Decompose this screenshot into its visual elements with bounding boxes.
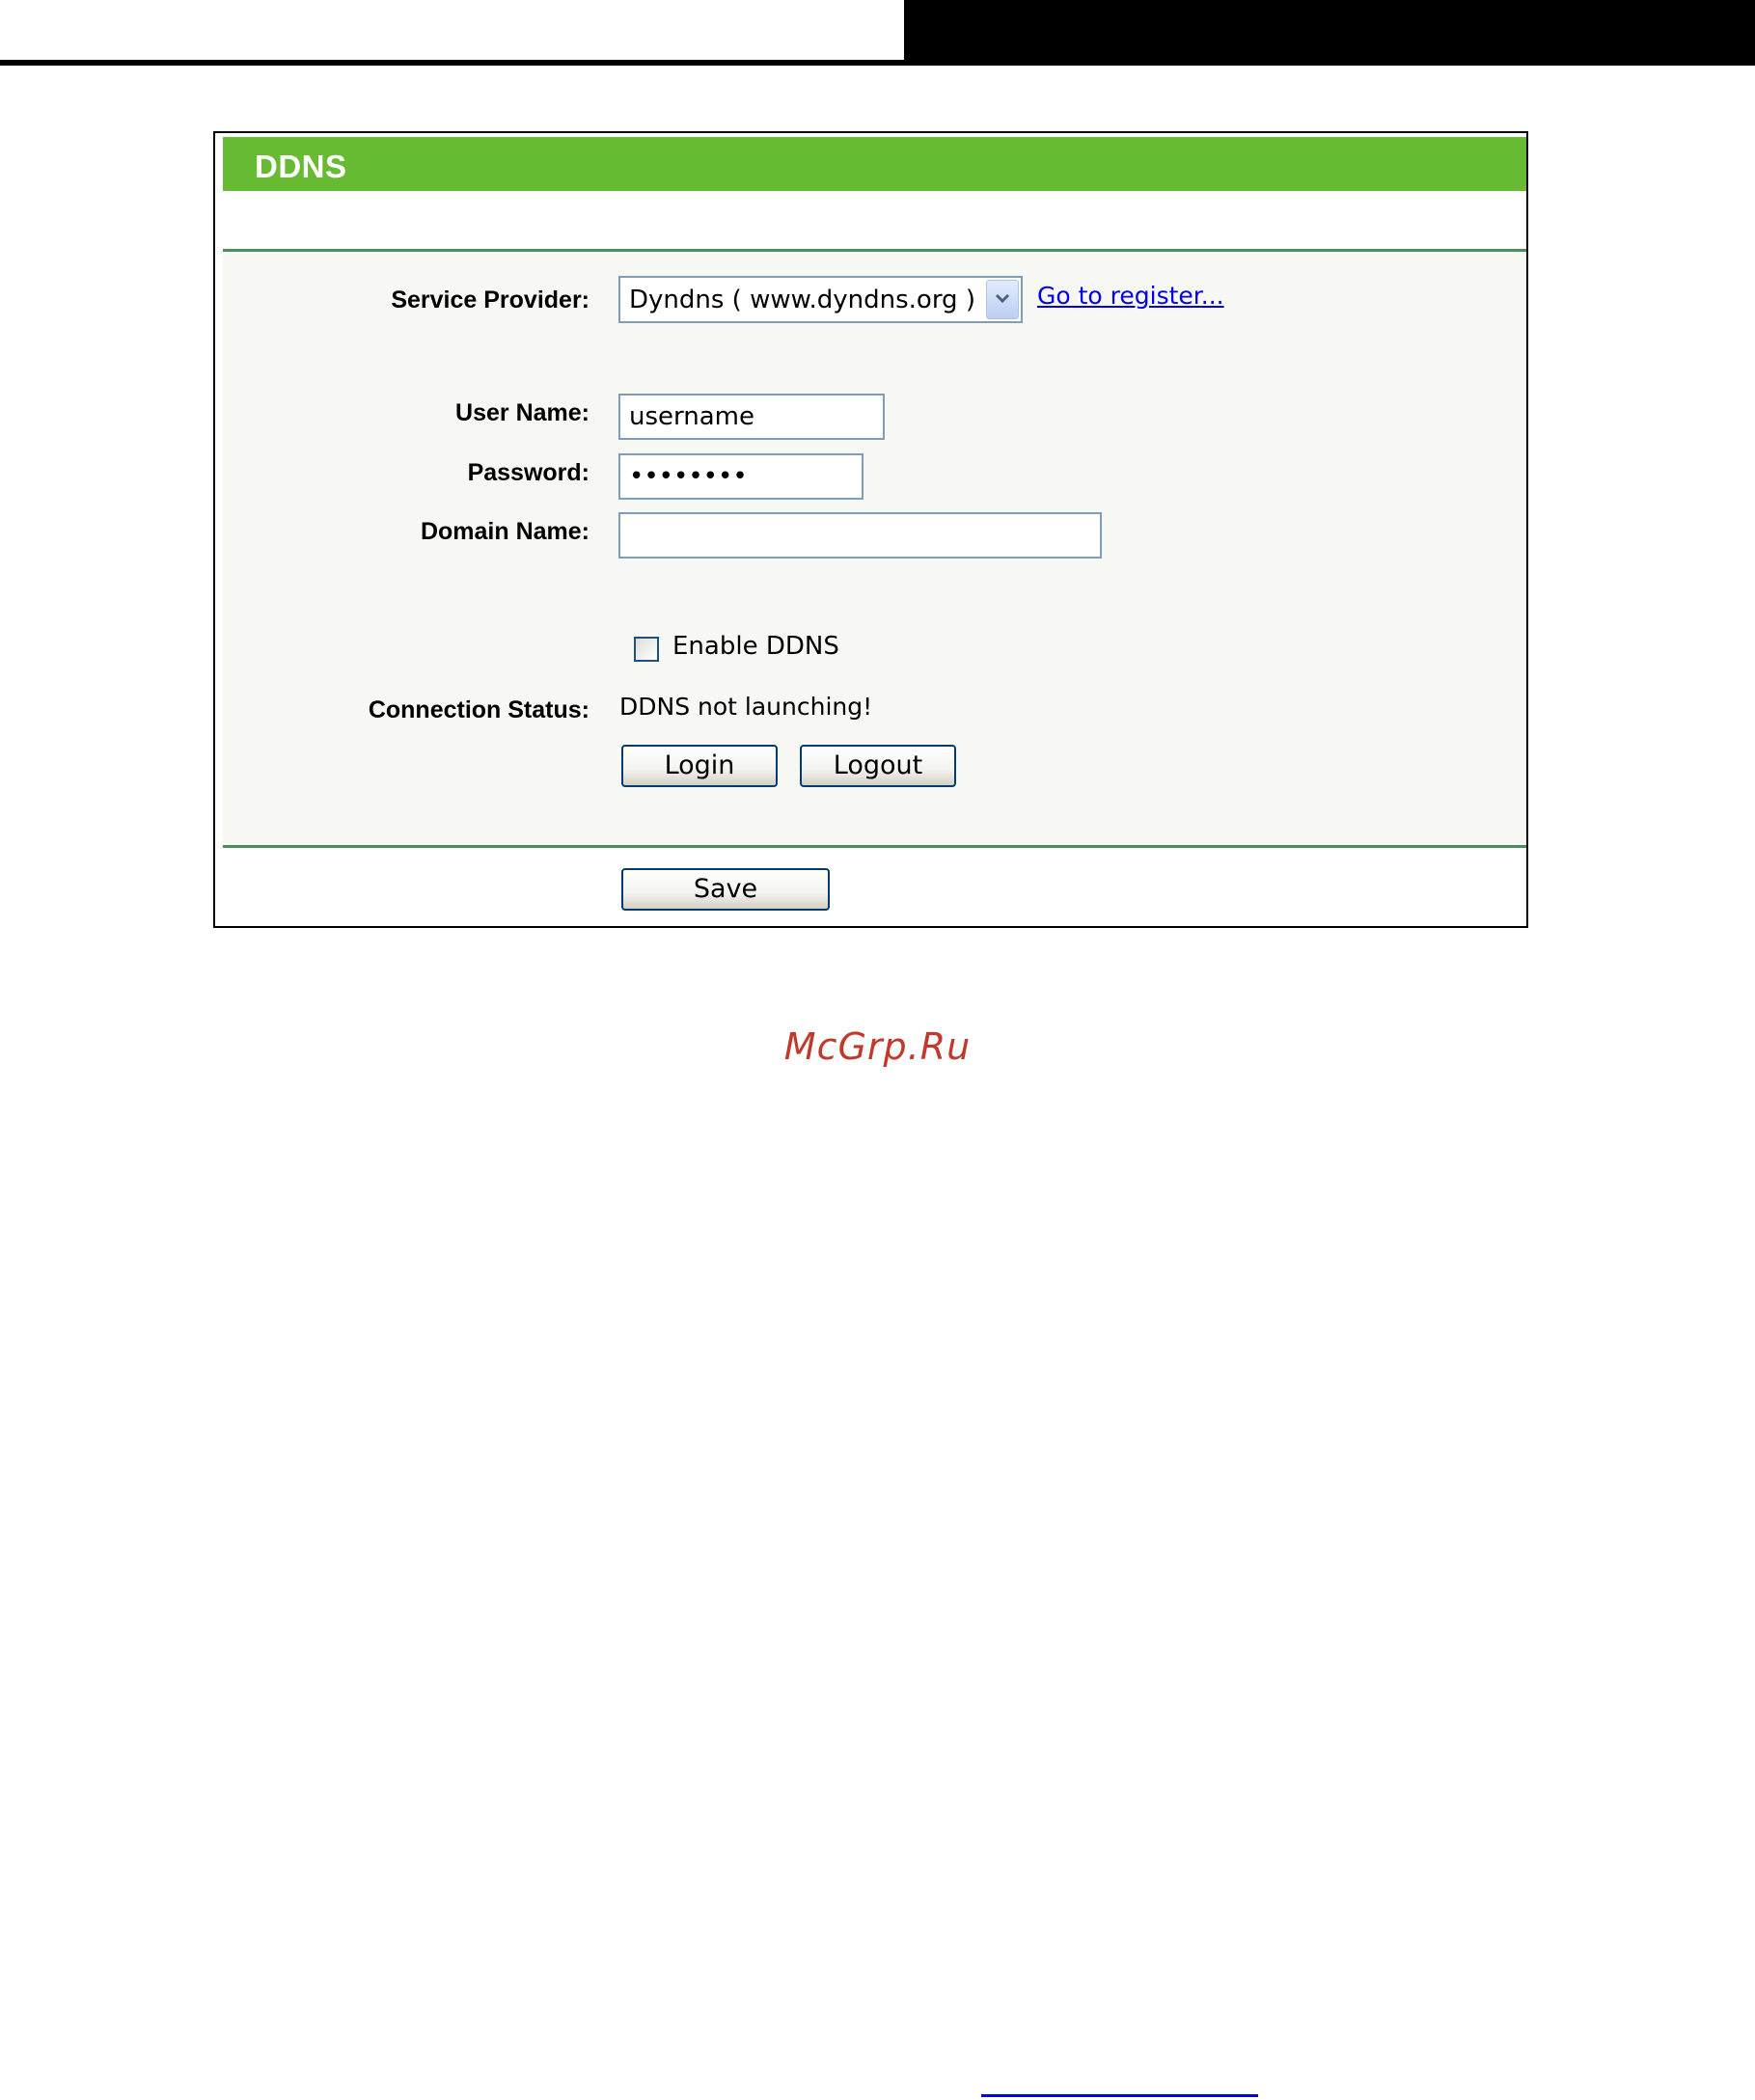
login-button[interactable]: Login [621,745,778,787]
panel-title: DDNS [255,149,347,184]
page-header-bar [904,0,1755,66]
save-button[interactable]: Save [621,868,830,911]
user-name-input[interactable] [618,394,885,440]
password-input[interactable] [618,453,864,500]
enable-ddns-checkbox[interactable] [634,637,659,662]
bottom-divider [223,845,1526,848]
bottom-link-underline [981,2094,1258,2097]
top-divider [223,249,1526,252]
logout-button[interactable]: Logout [800,745,956,787]
domain-name-label: Domain Name: [420,518,590,545]
service-provider-label: Service Provider: [391,286,590,314]
chevron-down-icon [995,293,1010,304]
service-provider-value: Dyndns ( www.dyndns.org ) [629,286,975,314]
panel-header: DDNS [223,137,1526,191]
enable-ddns-label: Enable DDNS [672,632,839,661]
footer-zone [223,843,1526,926]
user-name-label: User Name: [455,399,590,426]
ddns-panel: DDNS Service Provider: Dyndns ( www.dynd… [213,131,1528,928]
password-label: Password: [467,459,590,486]
panel-spacer [223,191,1526,249]
ddns-panel-inner: DDNS Service Provider: Dyndns ( www.dynd… [223,137,1526,926]
watermark: McGrp.Ru [783,1025,972,1068]
connection-status-label: Connection Status: [368,696,590,723]
connection-status-value: DDNS not launching! [619,693,873,721]
go-to-register-link[interactable]: Go to register... [1037,282,1224,310]
panel-body: Service Provider: Dyndns ( www.dyndns.or… [223,191,1526,926]
dropdown-button[interactable] [986,280,1019,319]
page-top-rule [0,60,907,66]
service-provider-select[interactable]: Dyndns ( www.dyndns.org ) [618,276,1023,323]
domain-name-input[interactable] [618,512,1102,559]
